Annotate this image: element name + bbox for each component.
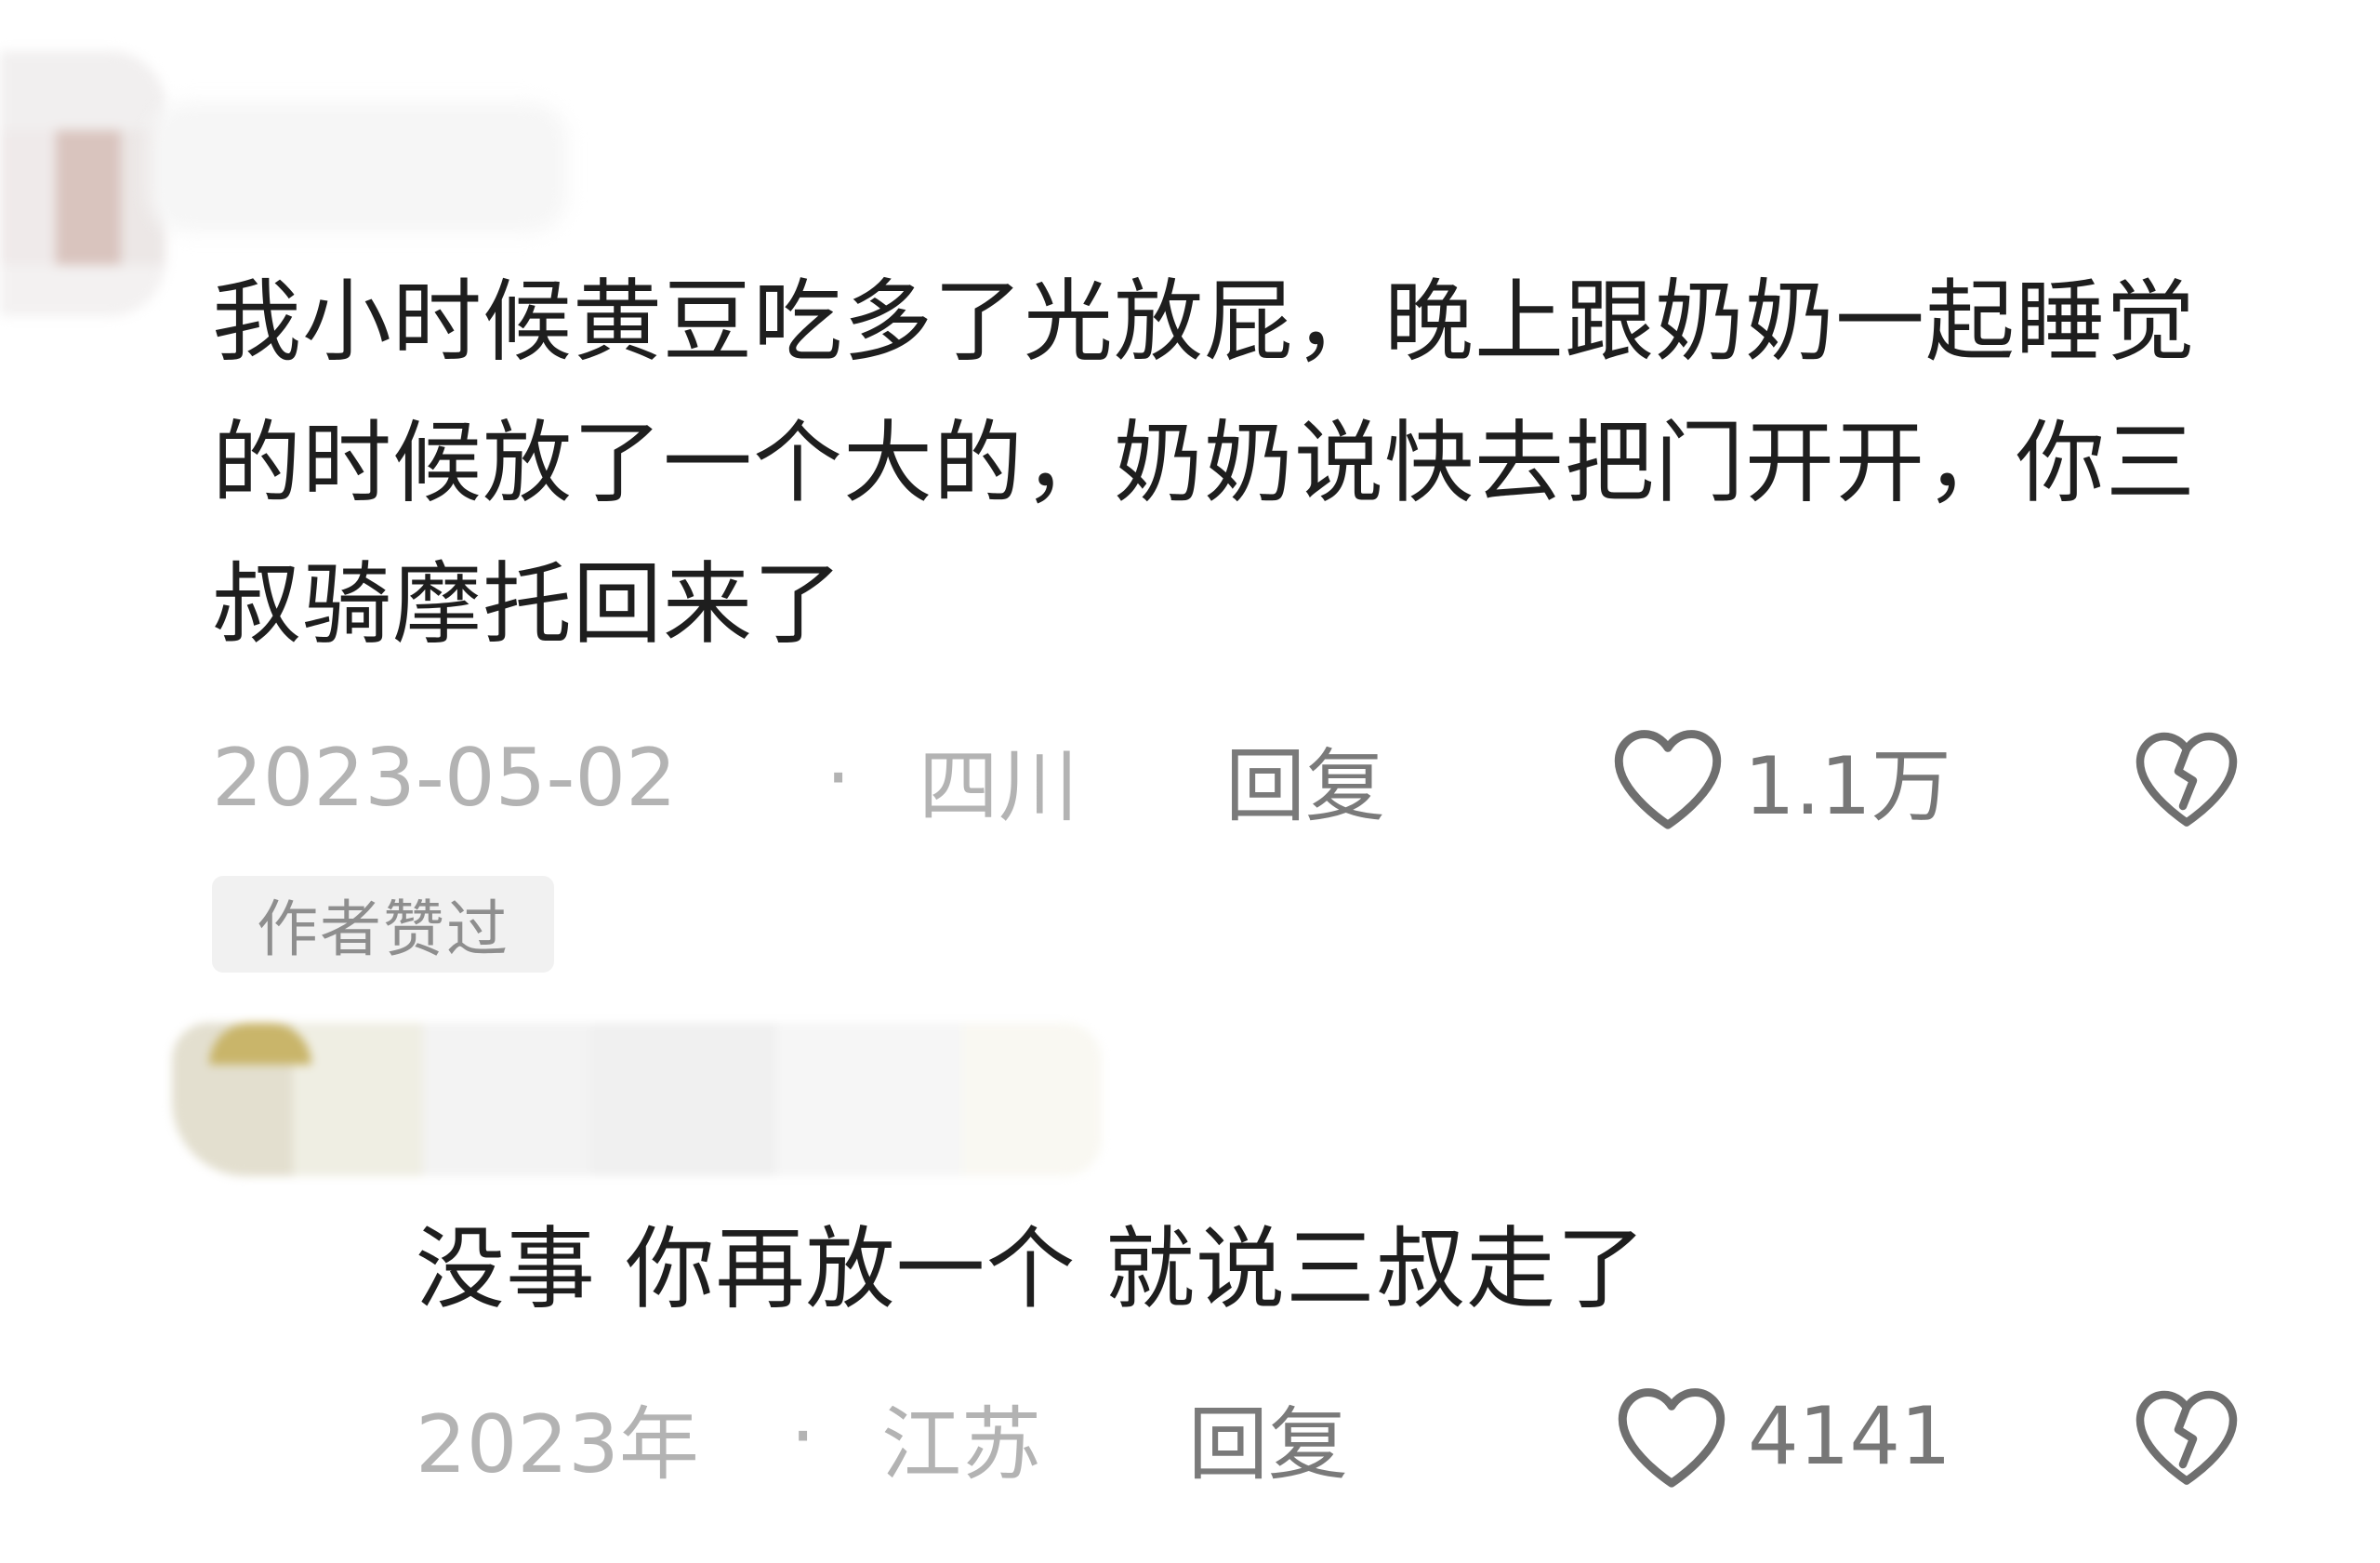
- like-count: 4141: [1748, 1390, 1951, 1483]
- broken-heart-outline-icon[interactable]: [2131, 1384, 2242, 1489]
- author-liked-badge: 作者赞过: [212, 876, 554, 973]
- comment-text: 我小时候黄豆吃多了光放屁，晚上跟奶奶一起睡觉的时候放了一个大的，奶奶说快去把门开…: [212, 270, 2196, 656]
- avatar-and-username-blurred[interactable]: [172, 1023, 1102, 1176]
- comment-location: 四川: [919, 739, 1078, 833]
- username-blurred[interactable]: [149, 102, 567, 232]
- reply-text: 没事 你再放一个 就说三叔走了: [416, 1217, 1647, 1321]
- reply-date: 2023年: [416, 1397, 699, 1491]
- reply-button[interactable]: 回复: [1225, 721, 1385, 837]
- avatar[interactable]: [0, 51, 165, 316]
- comment-meta: 2023-05-02 · 四川 回复 1.1万: [0, 722, 2380, 834]
- like-count: 1.1万: [1744, 739, 1951, 833]
- meta-separator: ·: [790, 1390, 816, 1483]
- reply-location: 江苏: [881, 1397, 1041, 1491]
- comment-date: 2023-05-02: [212, 732, 677, 825]
- reply-meta: 2023年 · 江苏 回复 4141: [0, 1381, 2380, 1492]
- heart-outline-icon[interactable]: [1612, 1383, 1731, 1490]
- broken-heart-outline-icon[interactable]: [2131, 726, 2242, 830]
- reply-button[interactable]: 回复: [1188, 1379, 1348, 1495]
- meta-separator: ·: [826, 732, 852, 825]
- heart-outline-icon[interactable]: [1608, 724, 1727, 832]
